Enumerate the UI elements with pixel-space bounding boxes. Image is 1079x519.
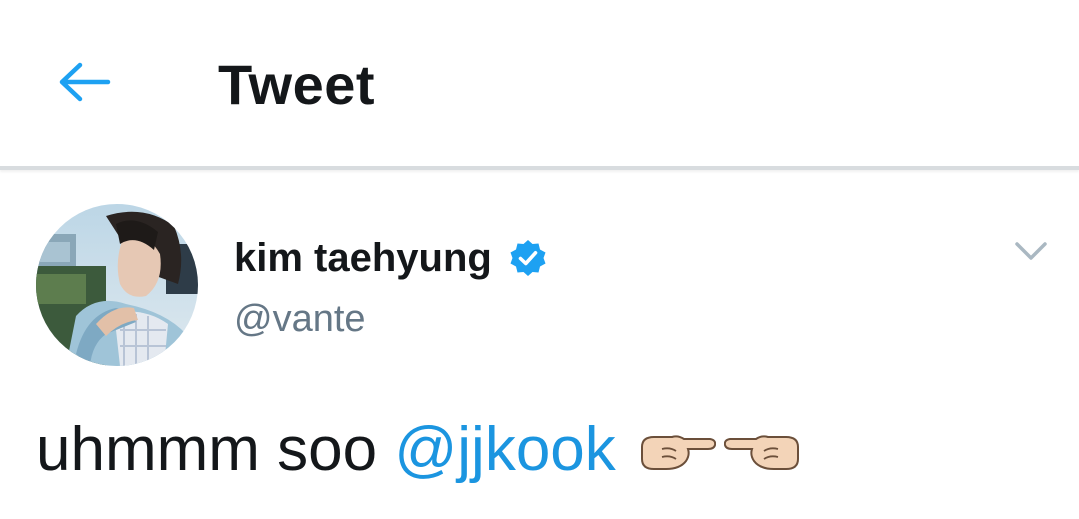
mention-link[interactable]: @jjkook [394, 414, 615, 485]
author-name-row: kim taehyung [234, 232, 548, 284]
tweet-text: uhmmm soo @jjkook [36, 414, 804, 485]
pointing-left-hand-icon [723, 434, 799, 470]
display-name[interactable]: kim taehyung [234, 236, 492, 281]
verified-badge-icon [510, 240, 546, 276]
page-title: Tweet [218, 53, 376, 116]
arrow-left-icon[interactable] [58, 60, 112, 104]
user-handle[interactable]: @vante [234, 298, 366, 341]
avatar-photo [36, 204, 198, 366]
app-header: Tweet [0, 0, 1079, 170]
tweet-text-body: uhmmm soo [36, 415, 395, 484]
pointing-right-hand-icon [640, 434, 716, 470]
avatar[interactable] [36, 204, 198, 366]
chevron-down-icon[interactable] [1014, 240, 1048, 262]
